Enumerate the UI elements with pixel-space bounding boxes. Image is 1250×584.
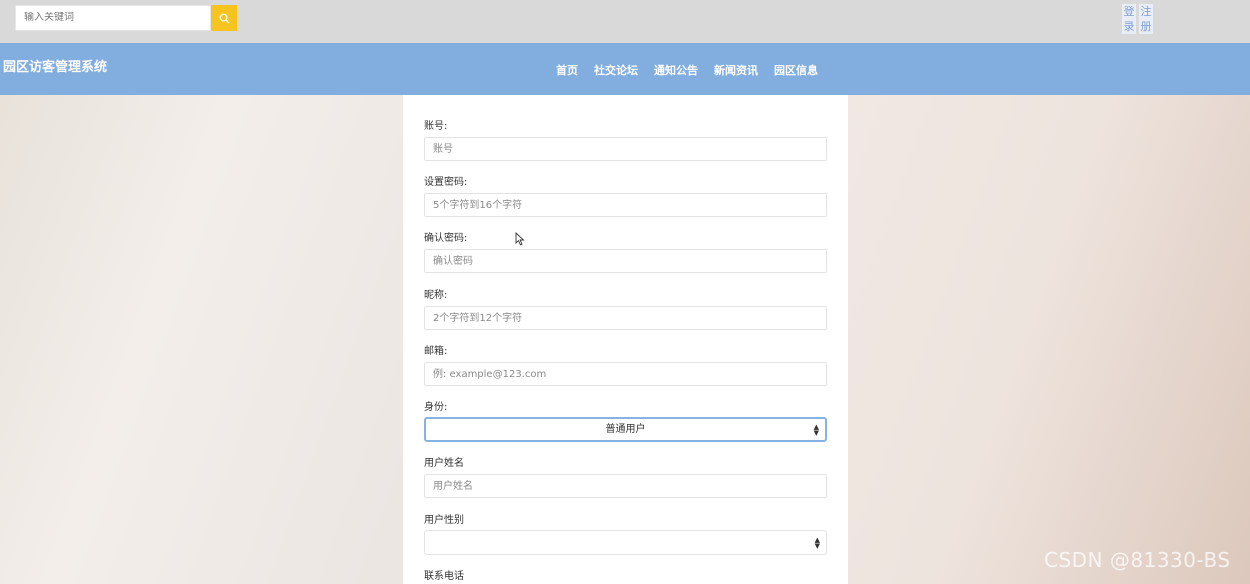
top-bar: 登录 注册 [0,0,1250,43]
registration-form: 账号: 设置密码: 确认密码: 昵称: 邮箱: 身份: 普通用户 ▲▼ 用户姓名… [403,95,848,584]
password-input[interactable] [424,193,827,217]
select-updown-icon: ▲ ▼ [814,535,820,550]
nickname-input[interactable] [424,306,827,330]
select-updown-icon: ▲ ▼ [813,422,819,437]
nav-menu: 首页 社交论坛 通知公告 新闻资讯 园区信息 [556,62,834,78]
search-field[interactable] [15,5,211,31]
account-label: 账号: [424,121,448,132]
identity-label: 身份: [424,402,448,413]
search-input[interactable] [24,12,202,23]
nickname-label: 昵称: [424,290,448,301]
email-input[interactable] [424,362,827,386]
email-label: 邮箱: [424,346,448,357]
nav-item-news[interactable]: 新闻资讯 [714,62,758,78]
main-navbar: 园区访客管理系统 首页 社交论坛 通知公告 新闻资讯 园区信息 [0,43,1250,95]
nav-item-park-info[interactable]: 园区信息 [774,62,818,78]
confirm-password-label: 确认密码: [424,233,468,244]
identity-select[interactable]: 普通用户 ▲ ▼ [424,417,827,442]
search-icon [219,13,229,23]
identity-select-value: 普通用户 [605,424,646,435]
mouse-cursor-icon [515,232,525,246]
nav-item-forum[interactable]: 社交论坛 [594,62,638,78]
watermark: CSDN @81330-BS [1044,548,1231,572]
real-name-label: 用户姓名 [424,458,464,469]
gender-select[interactable]: ▲ ▼ [424,530,827,555]
phone-label: 联系电话 [424,571,464,582]
login-link[interactable]: 登录 [1122,4,1136,34]
register-link[interactable]: 注册 [1139,4,1153,34]
account-input[interactable] [424,137,827,161]
confirm-password-input[interactable] [424,249,827,273]
password-label: 设置密码: [424,177,468,188]
real-name-input[interactable] [424,474,827,498]
nav-item-notices[interactable]: 通知公告 [654,62,698,78]
site-title: 园区访客管理系统 [3,60,108,75]
nav-item-home[interactable]: 首页 [556,62,578,78]
search-button[interactable] [211,5,237,31]
gender-label: 用户性别 [424,515,464,526]
